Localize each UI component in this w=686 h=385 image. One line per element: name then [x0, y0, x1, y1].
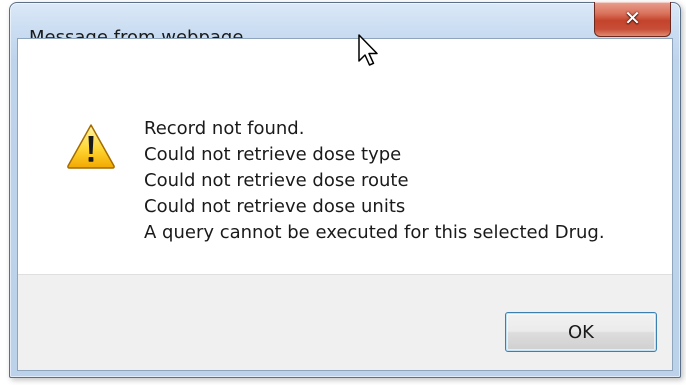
message-line: Record not found.: [144, 118, 305, 139]
close-button[interactable]: ✕: [594, 2, 671, 37]
message-line: Could not retrieve dose route: [144, 170, 409, 191]
close-icon: ✕: [624, 6, 641, 30]
message-line: Could not retrieve dose units: [144, 196, 406, 217]
message-line: A query cannot be executed for this sele…: [144, 222, 605, 243]
warning-icon: [67, 124, 115, 169]
message-area: Record not found. Could not retrieve dos…: [18, 39, 672, 274]
message-line: Could not retrieve dose type: [144, 144, 402, 165]
mouse-pointer-icon: [358, 34, 378, 66]
ok-button[interactable]: OK: [505, 312, 657, 352]
message-text: Record not found. Could not retrieve dos…: [144, 116, 605, 246]
